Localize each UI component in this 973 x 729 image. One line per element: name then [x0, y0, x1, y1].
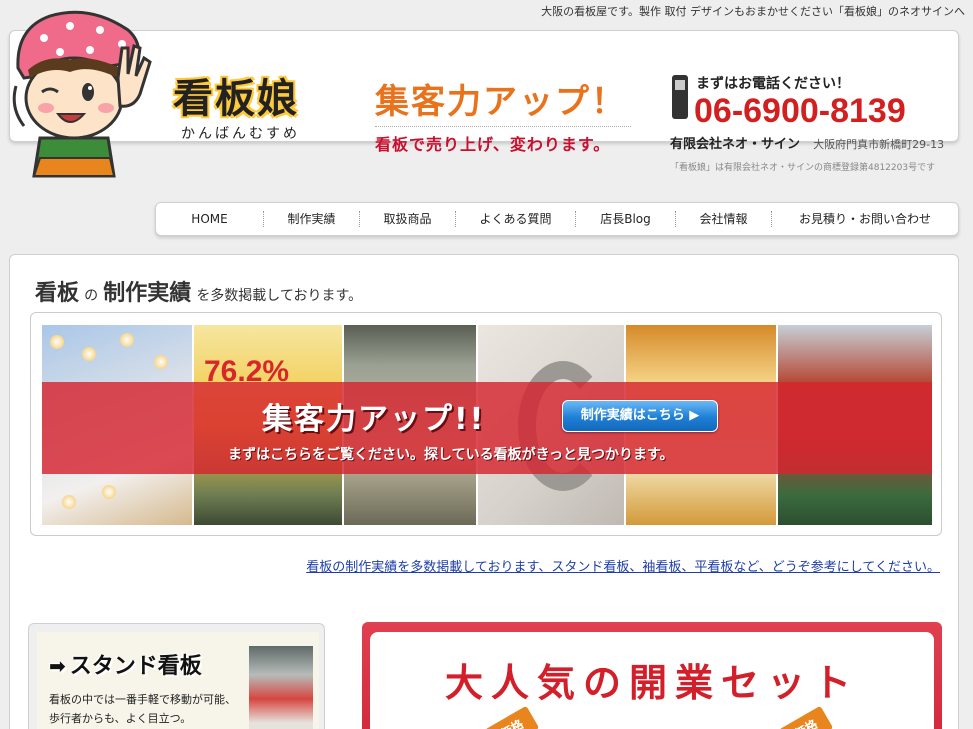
- top-tagline: 大阪の看板屋です。製作 取付 デザインもおまかせください「看板娘」のネオサインへ: [541, 5, 965, 18]
- trademark-note: 「看板娘」は有限会社ネオ・サインの商標登録第4812203号です: [670, 163, 936, 173]
- works-description-link[interactable]: 看板の制作実績を多数掲載しております、スタンド看板、袖看板、平看板など、どうぞ参…: [306, 556, 940, 575]
- promo-title: 大人気の開業セット: [444, 661, 859, 705]
- brand-logo[interactable]: 看板娘 かんばんむすめ: [173, 77, 300, 143]
- stand-sign-title-text: スタンド看板: [69, 654, 202, 679]
- works-heading: 看板 の 制作実績 を多数掲載しております。: [35, 275, 362, 307]
- mobile-phone-icon: [672, 75, 688, 119]
- works-banner[interactable]: 76.2% 集客力アップ!! 制作実績はこちら ▶ まずはこちらをご覧ください。…: [42, 325, 932, 525]
- arrow-right-icon: ➡: [49, 654, 66, 678]
- stand-sign-card[interactable]: ➡ スタンド看板 看板の中では一番手軽で移動が可能、歩行者からも、よく目立つ。: [28, 623, 325, 729]
- nav-item-company[interactable]: 会社情報: [676, 211, 772, 227]
- banner-subtitle: まずはこちらをご覧ください。探している看板がきっと見つかります。: [228, 447, 674, 463]
- nav-item-home[interactable]: HOME: [156, 211, 264, 227]
- catchphrase-main: 集客力アップ！: [375, 82, 627, 122]
- works-banner-frame: 76.2% 集客力アップ!! 制作実績はこちら ▶ まずはこちらをご覧ください。…: [30, 312, 942, 536]
- company-name: 有限会社ネオ・サイン: [670, 137, 801, 152]
- view-works-button[interactable]: 制作実績はこちら ▶: [562, 400, 718, 432]
- stand-sign-title: ➡ スタンド看板: [49, 648, 202, 680]
- opening-set-promo[interactable]: 大人気の開業セット 価格 価格: [362, 622, 942, 729]
- nav-item-blog[interactable]: 店長Blog: [576, 211, 676, 227]
- banner-title: 集客力アップ!!: [262, 402, 486, 437]
- works-heading-part: の: [84, 288, 99, 304]
- catchphrase: 集客力アップ！ 看板で売り上げ、変わります。: [375, 81, 631, 155]
- works-heading-part: を多数掲載しております。: [196, 288, 363, 304]
- banner-overlay: 集客力アップ!! 制作実績はこちら ▶ まずはこちらをご覧ください。探している看…: [42, 382, 932, 474]
- brand-title: 看板娘: [173, 76, 299, 122]
- works-heading-part: 制作実績: [103, 281, 192, 306]
- nav-item-products[interactable]: 取扱商品: [360, 211, 456, 227]
- main-navigation: HOME 制作実績 取扱商品 よくある質問 店長Blog 会社情報 お見積り・お…: [155, 202, 959, 236]
- catchphrase-sub: 看板で売り上げ、変わります。: [375, 135, 611, 154]
- nav-item-works[interactable]: 制作実績: [264, 211, 360, 227]
- catchphrase-divider: [375, 126, 631, 127]
- works-heading-part: 看板: [35, 281, 80, 306]
- mascot-girl-illustration: [12, 10, 152, 178]
- phone-number[interactable]: 06-6900-8139: [694, 93, 960, 129]
- nav-item-contact[interactable]: お見積り・お問い合わせ: [772, 211, 958, 227]
- stand-sign-description: 看板の中では一番手軽で移動が可能、歩行者からも、よく目立つ。: [49, 693, 236, 725]
- nav-item-faq[interactable]: よくある質問: [456, 211, 576, 227]
- contact-lead: まずはお電話ください！: [696, 76, 850, 92]
- company-address: 大阪府門真市新橋町29-13: [813, 138, 945, 151]
- price-tag-badge: 価格: [484, 705, 540, 729]
- price-tag-badge: 価格: [778, 705, 834, 729]
- contact-block: まずはお電話ください！ 06-6900-8139 有限会社ネオ・サイン 大阪府門…: [670, 73, 960, 173]
- brand-subtitle: かんばんむすめ: [181, 126, 300, 142]
- stand-sign-photo: [249, 646, 313, 729]
